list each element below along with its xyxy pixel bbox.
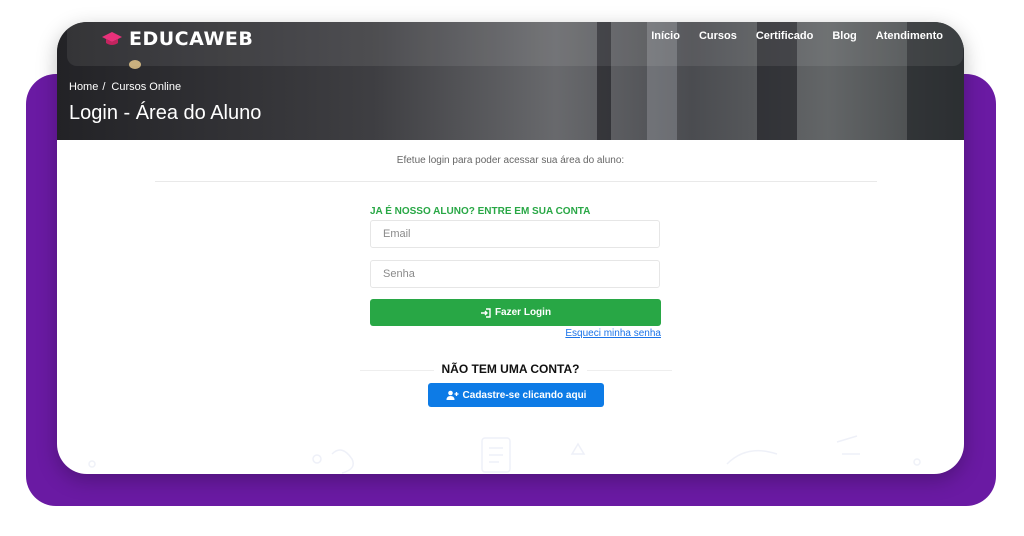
graduation-cap-icon (101, 31, 123, 47)
breadcrumb-home[interactable]: Home (69, 81, 98, 93)
password-field[interactable] (370, 260, 660, 288)
nav-item-cursos[interactable]: Cursos (699, 30, 737, 42)
nav-item-certificado[interactable]: Certificado (756, 30, 813, 42)
top-navbar: EDUCAWEB Início Cursos Certificado Blog … (67, 22, 963, 69)
divider (155, 181, 877, 182)
forgot-password-link[interactable]: Esqueci minha senha (370, 328, 661, 339)
logo[interactable]: EDUCAWEB (101, 28, 253, 50)
login-button[interactable]: Fazer Login (370, 299, 661, 326)
brand-name: EDUCAWEB (129, 28, 254, 50)
signup-heading-wrap: NÃO TEM UMA CONTA? (57, 360, 964, 378)
nav-item-inicio[interactable]: Início (651, 30, 680, 42)
intro-text: Efetue login para poder acessar sua área… (396, 155, 625, 166)
page-title: Login - Área do Aluno (69, 102, 262, 124)
user-plus-icon (446, 390, 459, 400)
signup-heading: NÃO TEM UMA CONTA? (433, 362, 588, 376)
main-nav: Início Cursos Certificado Blog Atendimen… (651, 30, 943, 42)
nav-item-blog[interactable]: Blog (832, 30, 856, 42)
decorative-dot (129, 60, 141, 69)
login-heading: JA É NOSSO ALUNO? ENTRE EM SUA CONTA (370, 206, 591, 217)
breadcrumb-separator: / (102, 81, 106, 93)
signup-button[interactable]: Cadastre-se clicando aqui (428, 383, 604, 407)
hero-banner: EDUCAWEB Início Cursos Certificado Blog … (57, 22, 964, 140)
signup-button-label: Cadastre-se clicando aqui (462, 389, 587, 401)
nav-item-atendimento[interactable]: Atendimento (876, 30, 943, 42)
email-field[interactable] (370, 220, 660, 248)
login-button-label: Fazer Login (494, 307, 552, 318)
breadcrumb-current: Cursos Online (111, 81, 182, 93)
sign-in-icon (480, 307, 491, 318)
breadcrumb: Home / Cursos Online (69, 81, 181, 93)
browser-card: EDUCAWEB Início Cursos Certificado Blog … (57, 22, 964, 474)
decorative-illustrations (88, 435, 921, 474)
